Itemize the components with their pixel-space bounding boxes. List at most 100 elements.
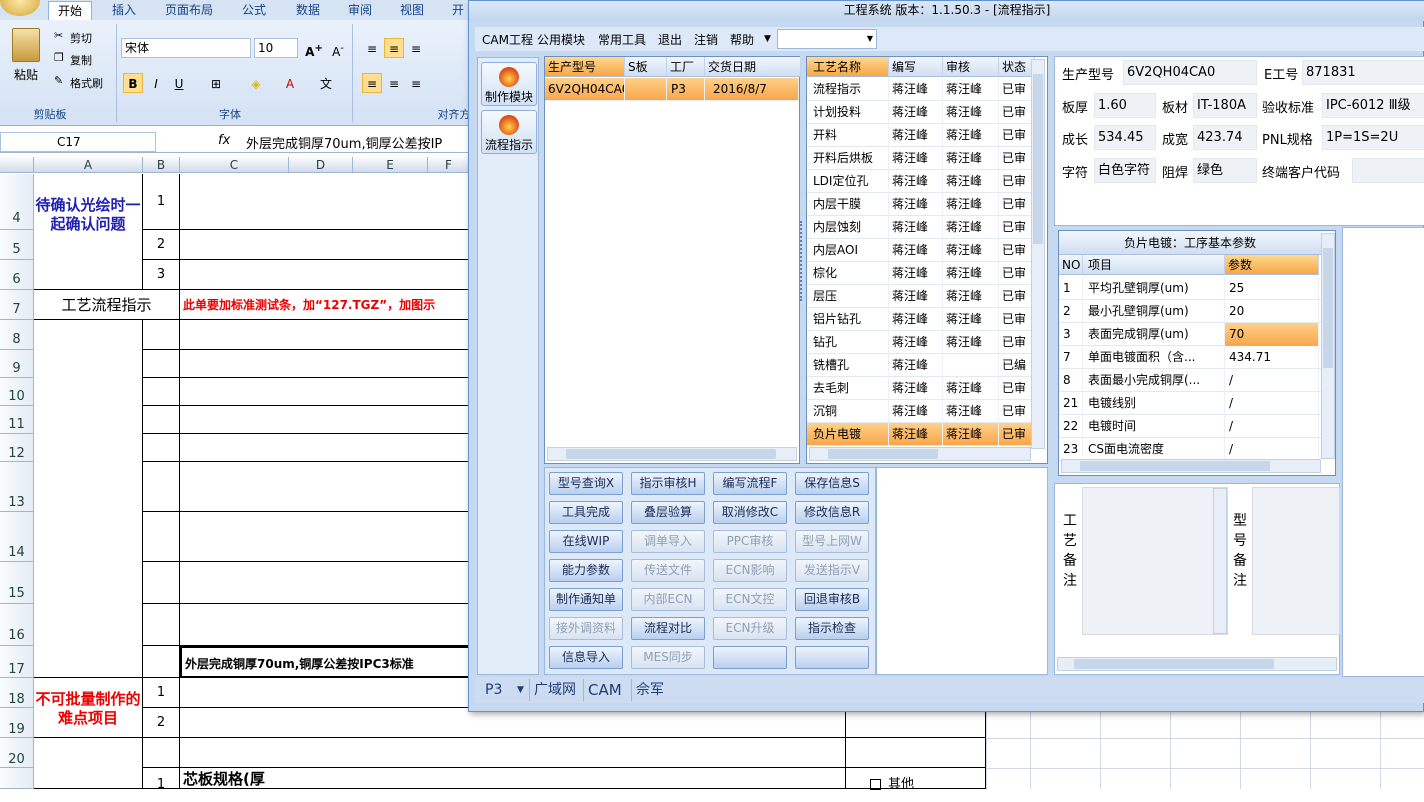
menu-cam[interactable]: CAM工程	[482, 31, 533, 48]
info-pnl[interactable]: 1P=1S=2U	[1322, 125, 1424, 150]
align-left-icon[interactable]: ≡	[362, 73, 382, 93]
cell-c11[interactable]	[180, 406, 470, 434]
cell-c20[interactable]	[180, 738, 846, 768]
row-header[interactable]: 5	[0, 230, 34, 260]
ribbon-tab-review[interactable]: 审阅	[340, 1, 380, 20]
action-button[interactable]	[795, 646, 869, 669]
action-button[interactable]: MES同步	[631, 646, 705, 669]
table-row[interactable]: 23 CS面电流密度 /	[1059, 438, 1321, 461]
office-button[interactable]	[0, 0, 40, 16]
table-row[interactable]: LDI定位孔 蒋汪峰 蒋汪峰 已审	[807, 170, 1035, 193]
cell-a20[interactable]	[34, 738, 143, 789]
table-row[interactable]: 内层AOI 蒋汪峰 蒋汪峰 已审	[807, 239, 1035, 262]
table-row[interactable]: 计划投料 蒋汪峰 蒋汪峰 已审	[807, 101, 1035, 124]
vertical-scrollbar[interactable]	[1321, 233, 1335, 459]
action-button[interactable]: 型号查询X	[549, 472, 623, 495]
formula-input[interactable]: 外层完成铜厚70um,铜厚公差按IP	[246, 133, 470, 152]
cell-c8[interactable]	[180, 320, 470, 350]
ribbon-tab-view[interactable]: 视图	[392, 1, 432, 20]
action-button[interactable]: 回退审核B	[795, 588, 869, 611]
align-middle-icon[interactable]: ≡	[384, 38, 404, 58]
horizontal-scrollbar[interactable]	[1057, 657, 1337, 671]
font-color-icon[interactable]: A	[280, 73, 300, 93]
cell-f20[interactable]	[846, 738, 986, 768]
info-material[interactable]: IT-180A	[1193, 93, 1257, 118]
cell-a18[interactable]: 不可批量制作的难点项目	[34, 678, 143, 738]
cell-a7[interactable]: 工艺流程指示	[34, 290, 180, 320]
scroll-thumb[interactable]	[1074, 659, 1274, 669]
cell-f19[interactable]	[846, 708, 986, 738]
cut-button[interactable]: 剪切	[70, 30, 92, 46]
column-header[interactable]: F	[428, 157, 470, 173]
action-button[interactable]: ECN影响	[713, 559, 787, 582]
table-row[interactable]: 沉铜 蒋汪峰 蒋汪峰 已审	[807, 400, 1035, 423]
fill-color-icon[interactable]: ◈	[246, 73, 266, 93]
cell-c9[interactable]	[180, 350, 470, 378]
cell-b5[interactable]: 2	[143, 230, 180, 260]
process-col-header[interactable]: 编写	[889, 57, 943, 77]
cell-c14[interactable]	[180, 512, 470, 562]
cell-a8[interactable]	[34, 320, 143, 678]
brush-icon[interactable]: ✎	[54, 74, 63, 87]
table-row[interactable]: 开料 蒋汪峰 蒋汪峰 已审	[807, 124, 1035, 147]
font-name-select[interactable]: 宋体	[121, 38, 251, 58]
menu-common-module[interactable]: 公用模块	[537, 31, 585, 48]
corner-select-all[interactable]	[0, 157, 34, 173]
vertical-scrollbar[interactable]	[1031, 59, 1045, 449]
align-top-icon[interactable]: ≡	[362, 38, 382, 58]
ribbon-tab-data[interactable]: 数据	[288, 1, 328, 20]
checkbox-icon[interactable]	[870, 779, 881, 790]
status-tab-user[interactable]: 佘军	[631, 679, 668, 701]
row-header[interactable]: 15	[0, 562, 34, 604]
cell-b19[interactable]: 2	[143, 708, 180, 738]
action-button[interactable]: 接外调资料	[549, 617, 623, 640]
cell-b6[interactable]: 3	[143, 260, 180, 290]
row-header[interactable]: 16	[0, 604, 34, 646]
column-header[interactable]: E	[353, 157, 428, 173]
cell-c12[interactable]	[180, 434, 470, 462]
params-col-header[interactable]: 项目	[1083, 255, 1225, 275]
status-tab-wan[interactable]: 广域网	[529, 679, 580, 701]
vertical-scrollbar[interactable]	[1213, 488, 1227, 634]
chevron-down-icon[interactable]: ▼	[764, 34, 771, 44]
row-header[interactable]: 17	[0, 646, 34, 678]
ribbon-tab-more[interactable]: 开	[448, 1, 468, 20]
menu-help[interactable]: 帮助	[730, 31, 754, 48]
align-right-icon[interactable]: ≡	[406, 73, 426, 93]
paste-icon[interactable]	[12, 28, 40, 62]
cell-b8[interactable]	[143, 320, 180, 350]
cell-c17[interactable]: 外层完成铜厚70um,铜厚公差按IPC3标准	[180, 646, 470, 678]
info-eno[interactable]: 871831	[1302, 60, 1424, 85]
table-row[interactable]: 层压 蒋汪峰 蒋汪峰 已审	[807, 285, 1035, 308]
action-button[interactable]: 内部ECN	[631, 588, 705, 611]
table-row[interactable]: 1 平均孔壁铜厚(um) 25	[1059, 277, 1321, 300]
scroll-thumb[interactable]	[828, 449, 938, 459]
column-header[interactable]: D	[289, 157, 353, 173]
shrink-font-button[interactable]: A-	[328, 38, 348, 59]
row-header[interactable]: 19	[0, 708, 34, 738]
process-notes-textarea[interactable]	[1082, 487, 1228, 635]
horizontal-scrollbar[interactable]	[1061, 459, 1321, 473]
table-row[interactable]: 负片电镀 蒋汪峰 蒋汪峰 已审	[807, 423, 1035, 446]
scroll-thumb[interactable]	[1080, 461, 1270, 471]
row-header[interactable]: 10	[0, 378, 34, 406]
scroll-thumb[interactable]	[566, 449, 776, 459]
font-size-select[interactable]: 10	[254, 38, 298, 58]
cell-b20[interactable]	[143, 738, 180, 768]
table-row[interactable]: 铝片钻孔 蒋汪峰 蒋汪峰 已审	[807, 308, 1035, 331]
order-col-header[interactable]: S板	[625, 57, 667, 77]
function-icon[interactable]: fx	[218, 133, 230, 148]
cell-f21[interactable]: 其他	[846, 768, 986, 792]
table-row[interactable]: 3 表面完成铜厚(um) 70	[1059, 323, 1321, 346]
copy-button[interactable]: 复制	[70, 52, 92, 68]
action-button[interactable]: PPC审核	[713, 530, 787, 553]
row-header[interactable]: 8	[0, 320, 34, 350]
order-col-header[interactable]: 生产型号	[545, 57, 625, 77]
ribbon-tab-insert[interactable]: 插入	[106, 1, 142, 20]
cell-a4[interactable]: 待确认光绘时一起确认问题	[34, 174, 143, 290]
action-button[interactable]: 传送文件	[631, 559, 705, 582]
name-box[interactable]: C17	[0, 132, 156, 152]
underline-button[interactable]: U	[169, 73, 189, 93]
process-col-header[interactable]: 状态	[999, 57, 1035, 77]
row-header[interactable]: 6	[0, 260, 34, 290]
